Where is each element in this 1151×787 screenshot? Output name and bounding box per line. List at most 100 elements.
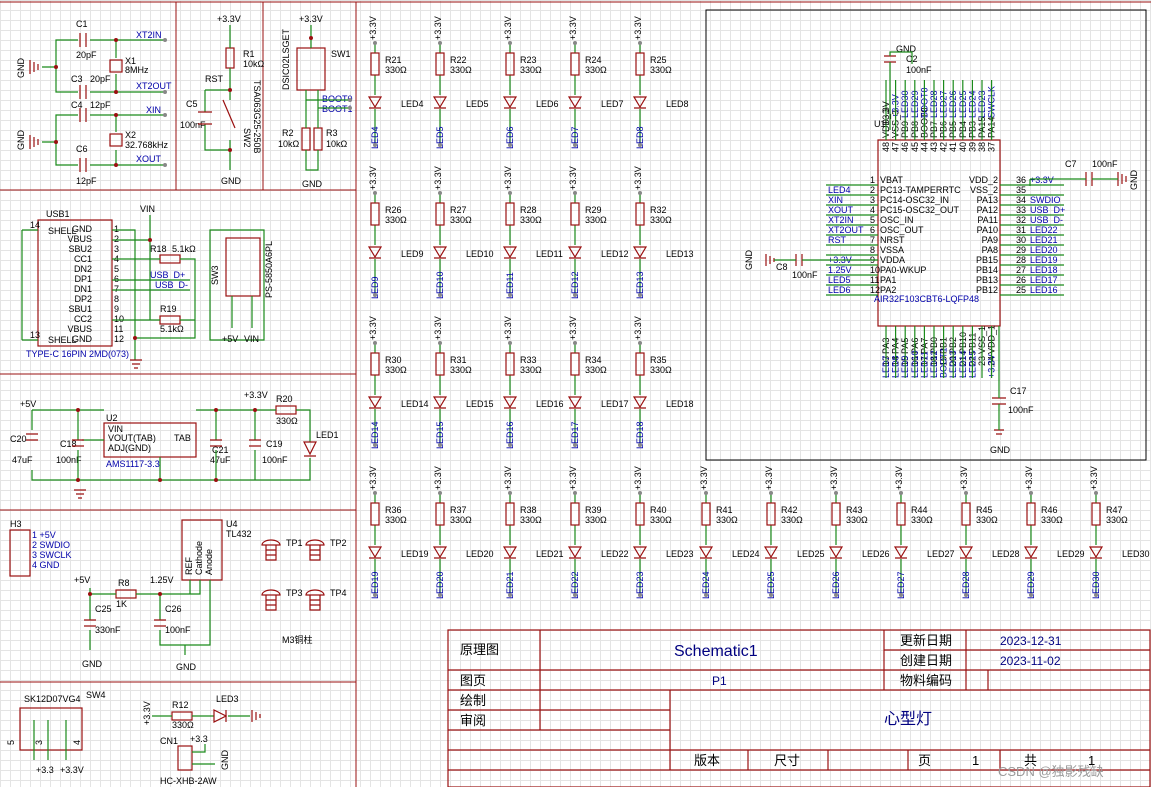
sw3-vin: VIN — [244, 334, 259, 344]
led-symbol — [432, 246, 448, 259]
resistor-value: 330Ω — [520, 215, 542, 225]
u2-vout-pin: VOUT(TAB) — [108, 433, 156, 443]
resistor-value: 330Ω — [650, 215, 672, 225]
u2-value: AMS1117-3.3 — [106, 459, 160, 469]
mcu-left-net: XOUT — [828, 205, 854, 215]
led-ref: LED9 — [401, 249, 424, 259]
resistor-ref: R28 — [520, 205, 537, 215]
resistor-body — [505, 502, 515, 526]
led-ref: LED13 — [666, 249, 694, 259]
led-symbol — [367, 546, 383, 559]
resistor-value: 330Ω — [716, 515, 738, 525]
led-vcc-label: +3.3V — [568, 466, 578, 490]
mcu-pin-name: PC14-OSC32_IN — [880, 195, 949, 205]
led-symbol — [632, 546, 648, 559]
resistor-value: 330Ω — [385, 215, 407, 225]
tb-drawn-label: 绘制 — [460, 693, 486, 708]
r19-ref: R19 — [160, 304, 177, 314]
usb-pin-name: DP1 — [74, 274, 92, 284]
resistor-body — [570, 352, 580, 376]
resistor-ref: R47 — [1106, 505, 1123, 515]
usb-dp-net: USB_D+ — [150, 270, 185, 280]
mcu-pin-name: PA9 — [982, 235, 998, 245]
net-terminal — [573, 593, 577, 597]
led-vcc-label: +3.3V — [699, 466, 709, 490]
vcc-terminal — [508, 341, 512, 345]
sw1-value: DSIC02LSGET — [281, 28, 291, 90]
usb-dm-net: USB_D- — [155, 280, 188, 290]
led-symbol — [698, 546, 714, 559]
c8-ref: C8 — [776, 262, 788, 272]
led-symbol — [502, 246, 518, 259]
net-terminal — [573, 293, 577, 297]
net-terminal — [573, 443, 577, 447]
net-terminal — [964, 593, 968, 597]
mcu-right-net: LED16 — [1030, 285, 1058, 295]
mcu-pin-num: 42 — [939, 142, 949, 152]
ldo-5v: +5V — [20, 399, 36, 409]
resistor-ref: R34 — [585, 355, 602, 365]
standoff-note: M3铜柱 — [282, 634, 313, 645]
mcu-pin-num: 38 — [977, 142, 987, 152]
mcu-right-net: SWDIO — [1030, 195, 1061, 205]
tb-updated-label: 更新日期 — [900, 633, 952, 648]
usb-pin-num: 9 — [114, 304, 119, 314]
mcu-pin-num: 3 — [870, 195, 875, 205]
tp2-label: TP2 — [330, 538, 347, 548]
c1-value: 20pF — [76, 50, 97, 60]
tl432-gnd-1: GND — [82, 659, 103, 669]
resistor-body — [635, 352, 645, 376]
u2-tab-pin: TAB — [174, 433, 191, 443]
mcu-pin-num: 33 — [1016, 205, 1026, 215]
resistor-body — [435, 52, 445, 76]
csdn-watermark: CSDN @独影残缺 — [998, 764, 1104, 779]
tl432-section: U4 TL432 REF Cathode Anode +5V R8 1K 1.2… — [74, 519, 252, 672]
c3-ref: C3 — [71, 74, 83, 84]
reset-vcc: +3.3V — [217, 14, 241, 24]
gnd-label-2: GND — [16, 130, 26, 151]
c20-ref: C20 — [10, 434, 27, 444]
usb-pin-num: 2 — [114, 234, 119, 244]
led-symbol — [567, 246, 583, 259]
led-symbol — [502, 96, 518, 109]
led-channel-led17: +3.3VR34330ΩLED17LED17 — [567, 316, 629, 449]
resistor-value: 330Ω — [450, 365, 472, 375]
usb-section: USB1 VIN TYPE-C 16PIN 2MD(073) GND 1VBUS 2… — [21, 204, 274, 369]
title-block: 原理图 Schematic1 图页 P1 绘制 审阅 更新日期 2023-12-… — [447, 629, 1151, 787]
led-symbol — [632, 96, 648, 109]
u4-value: TL432 — [226, 529, 252, 539]
c7-ref: C7 — [1065, 159, 1077, 169]
vcc-terminal — [373, 491, 377, 495]
cn1-ref: CN1 — [160, 736, 178, 746]
vcc-terminal — [438, 341, 442, 345]
resistor-body — [961, 502, 971, 526]
xt2in-net: XT2IN — [136, 30, 162, 40]
r18-value: 5.1kΩ — [172, 244, 196, 254]
mcu-pin-num: 25 — [1016, 285, 1026, 295]
led-symbol — [502, 546, 518, 559]
usb-pin-num: 3 — [114, 244, 119, 254]
tb-project-title: 心型灯 — [884, 710, 932, 728]
mcu-pin-num: 5 — [870, 215, 875, 225]
mcu-pin-num: 37 — [987, 142, 997, 152]
resistor-body — [505, 202, 515, 226]
r8-value: 1K — [116, 599, 127, 609]
resistor-value: 330Ω — [520, 365, 542, 375]
resistor-value: 330Ω — [650, 65, 672, 75]
resistor-body — [370, 502, 380, 526]
rst-net: RST — [205, 74, 224, 84]
resistor-ref: R38 — [520, 505, 537, 515]
usb-shell-num: 13 — [30, 330, 40, 340]
resistor-value: 330Ω — [450, 515, 472, 525]
tp3-label: TP3 — [286, 588, 303, 598]
mcu-pins: VBAT 1 PC13-TAMPERRTC 2 LED4 PC14-OSC32_IN 3 XI… — [826, 80, 1065, 378]
led-symbol — [367, 396, 383, 409]
mcu-pin-num: 39 — [967, 142, 977, 152]
r20-value: 330Ω — [276, 416, 298, 426]
tb-version-label: 版本 — [694, 753, 720, 768]
led-channel-led8: +3.3VR25330ΩLED8LED8 — [632, 16, 689, 149]
resistor-body — [505, 52, 515, 76]
resistor-ref: R25 — [650, 55, 667, 65]
led-ref: LED18 — [666, 399, 694, 409]
led-channel-led21: +3.3VR38330ΩLED21LED21 — [502, 466, 564, 599]
